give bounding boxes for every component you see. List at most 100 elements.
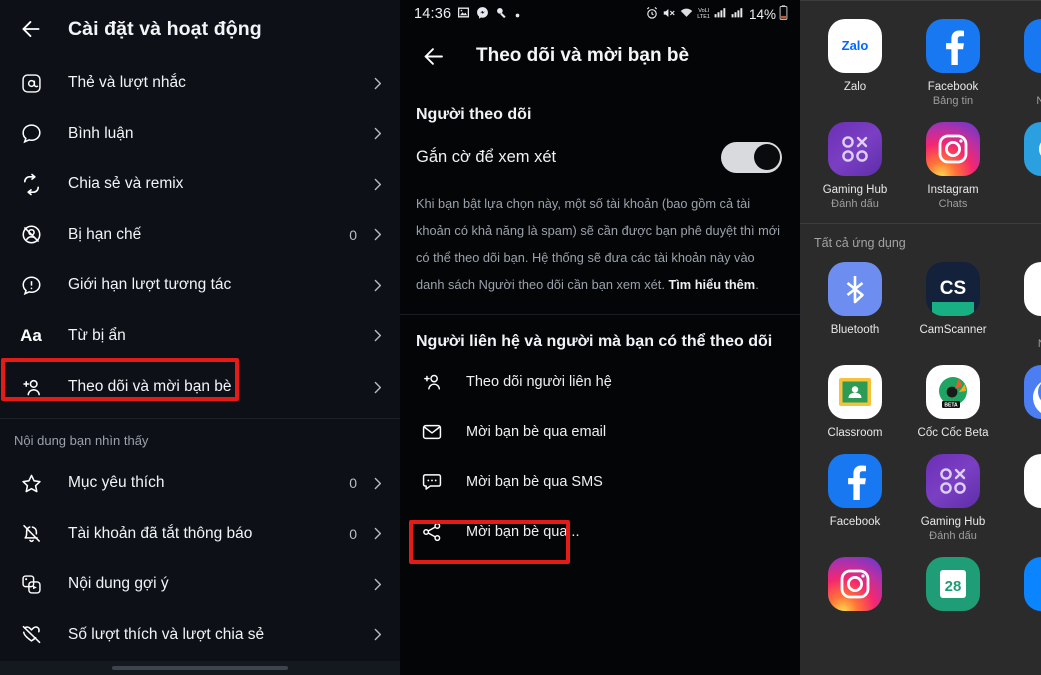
add-person-icon bbox=[416, 371, 448, 393]
sidebar-section-title: Nội dung bạn nhìn thấy bbox=[14, 433, 149, 448]
app-item-telegram[interactable]: Tin bbox=[1002, 114, 1041, 217]
zalo-icon: Zalo bbox=[828, 19, 882, 73]
app-label: G bbox=[1005, 515, 1041, 529]
exclamation-bubble-icon bbox=[14, 274, 48, 297]
heart-slash-icon bbox=[14, 623, 48, 646]
chevron-right-icon bbox=[369, 379, 386, 396]
facebook-icon bbox=[828, 454, 882, 508]
app-label: CamScanner bbox=[919, 324, 987, 336]
app-item-instagram[interactable] bbox=[806, 549, 904, 624]
app-item-bluetooth[interactable]: Bluetooth bbox=[806, 254, 904, 357]
chevron-right-icon bbox=[369, 525, 386, 542]
sidebar-item-like-share-counts[interactable]: Số lượt thích và lượt chia sẻ bbox=[0, 610, 400, 661]
app-item-classroom[interactable]: Classroom bbox=[806, 357, 904, 446]
all-apps-section-title: Tất cả ứng dụng bbox=[814, 236, 906, 250]
svg-text:28: 28 bbox=[945, 578, 962, 595]
row-follow-contacts[interactable]: Theo dõi người liên hệ bbox=[400, 357, 800, 407]
app-item-camscanner[interactable]: CS CamScanner bbox=[904, 254, 1002, 357]
app-screen: Cài đặt và hoạt động Thẻ và lượt nhắc Bì… bbox=[0, 0, 1041, 675]
instagram-icon bbox=[926, 122, 980, 176]
app-item-gaming-hub-1[interactable]: Gaming Hub Đánh dấu bbox=[806, 114, 904, 217]
coccoc-icon: BETA bbox=[926, 365, 980, 419]
app-sublabel: Bảng tin bbox=[932, 95, 974, 107]
app-label: Gaming Hub bbox=[822, 184, 888, 196]
app-item-samsung-notes[interactable]: S Ca Nhập bbox=[1002, 254, 1041, 357]
section-title-followers: Người theo dõi bbox=[416, 106, 532, 123]
flag-for-review-label: Gắn cờ để xem xét bbox=[416, 147, 557, 166]
app-item-facebook-groups[interactable]: Fac Nhóm bbox=[1002, 11, 1041, 114]
chevron-right-icon bbox=[369, 226, 386, 243]
app-item-messenger-lite[interactable]: i bbox=[1002, 549, 1041, 624]
sidebar-item-muted-accounts[interactable]: Tài khoản đã tắt thông báo 0 bbox=[0, 509, 400, 560]
facebook-icon bbox=[1024, 19, 1041, 73]
app-label: D bbox=[1005, 426, 1041, 440]
bell-muted-icon bbox=[14, 522, 48, 545]
contacts-actions-list: Theo dõi người liên hệ Mời bạn bè qua em… bbox=[400, 357, 800, 557]
status-bar: 14:36 VoLl LTE1 14% bbox=[400, 0, 800, 28]
add-person-icon bbox=[14, 376, 48, 399]
sidebar-item-comments[interactable]: Bình luận bbox=[0, 109, 400, 160]
microsoft-icon bbox=[1024, 454, 1041, 508]
app-label: Fac bbox=[1005, 80, 1041, 94]
chevron-right-icon bbox=[369, 277, 386, 294]
follow-invite-friends-panel: 14:36 VoLl LTE1 14% Theo dõi và mời bạn … bbox=[400, 0, 800, 675]
instagram-icon bbox=[828, 557, 882, 611]
star-icon bbox=[14, 472, 48, 495]
back-arrow-icon[interactable] bbox=[14, 12, 48, 46]
sidebar-item-interaction-limits[interactable]: Giới hạn lượt tương tác bbox=[0, 260, 400, 311]
app-item-google-drive[interactable]: D bbox=[1002, 357, 1041, 446]
app-sublabel: Chats bbox=[938, 198, 968, 210]
bluetooth-icon bbox=[828, 262, 882, 316]
app-item-coccoc-beta[interactable]: BETA Cốc Cốc Beta bbox=[904, 357, 1002, 446]
sidebar-item-label: Số lượt thích và lượt chia sẻ bbox=[68, 625, 265, 643]
mute-icon bbox=[662, 6, 676, 23]
sidebar-item-restricted[interactable]: Bị hạn chế 0 bbox=[0, 210, 400, 261]
app-item-calendar[interactable]: 28 bbox=[904, 549, 1002, 624]
flag-for-review-row[interactable]: Gắn cờ để xem xét bbox=[400, 130, 800, 184]
sidebar-item-suggested-content[interactable]: Nội dung gợi ý bbox=[0, 559, 400, 610]
app-label: Facebook bbox=[829, 516, 881, 528]
status-bar-left: 14:36 bbox=[414, 6, 521, 22]
sidebar-item-label: Bình luận bbox=[68, 124, 134, 142]
repeat-share-icon bbox=[14, 173, 48, 196]
share-sheet-panel: Zalo Zalo Facebook Bảng tin Fac Nhóm bbox=[800, 0, 1041, 675]
all-apps-grid: Bluetooth CS CamScanner S Ca Nhập Clas bbox=[800, 254, 1041, 624]
sidebar-item-share-remix[interactable]: Chia sẻ và remix bbox=[0, 159, 400, 210]
sidebar-item-count: 0 bbox=[349, 475, 357, 492]
sidebar-item-hidden-words[interactable]: Aa Từ bị ẩn bbox=[0, 311, 400, 362]
sms-bubble-icon bbox=[416, 471, 448, 493]
app-label: Zalo bbox=[843, 81, 867, 93]
back-arrow-icon[interactable] bbox=[416, 39, 450, 73]
sidebar-item-label: Tài khoản đã tắt thông báo bbox=[68, 524, 253, 542]
row-invite-sms[interactable]: Mời bạn bè qua SMS bbox=[400, 457, 800, 507]
row-invite-email[interactable]: Mời bạn bè qua email bbox=[400, 407, 800, 457]
learn-more-link[interactable]: Tìm hiểu thêm bbox=[668, 277, 755, 292]
sidebar-item-label: Mục yêu thích bbox=[68, 474, 165, 492]
app-item-facebook-feed[interactable]: Facebook Bảng tin bbox=[904, 11, 1002, 114]
svg-text:BETA: BETA bbox=[944, 403, 958, 409]
signal-bars-2-icon bbox=[730, 6, 744, 22]
system-navigation-bar bbox=[0, 661, 400, 675]
app-label: Classroom bbox=[827, 427, 883, 439]
sidebar-item-label: Bị hạn chế bbox=[68, 225, 142, 243]
app-item-instagram-chats[interactable]: Instagram Chats bbox=[904, 114, 1002, 217]
app-item-microsoft[interactable]: G bbox=[1002, 446, 1041, 549]
app-item-facebook[interactable]: Facebook bbox=[806, 446, 904, 549]
sidebar-item-label: Giới hạn lượt tương tác bbox=[68, 276, 232, 294]
row-invite-share[interactable]: Mời bạn bè qua... bbox=[400, 507, 800, 557]
sidebar-item-favorites[interactable]: Mục yêu thích 0 bbox=[0, 458, 400, 509]
classroom-icon bbox=[828, 365, 882, 419]
app-label: Ca bbox=[1005, 323, 1041, 337]
app-label: Cốc Cốc Beta bbox=[917, 427, 989, 439]
row-label: Theo dõi người liên hệ bbox=[466, 374, 612, 390]
flag-for-review-toggle[interactable] bbox=[721, 141, 782, 173]
app-item-gaming-hub-2[interactable]: Gaming Hub Đánh dấu bbox=[904, 446, 1002, 549]
sidebar-item-tags-mentions[interactable]: Thẻ và lượt nhắc bbox=[0, 58, 400, 109]
section-title-contacts: Người liên hệ và người mà bạn có thể the… bbox=[416, 333, 773, 350]
app-item-zalo[interactable]: Zalo Zalo bbox=[806, 11, 904, 114]
sidebar-item-follow-invite-friends[interactable]: Theo dõi và mời bạn bè bbox=[0, 361, 400, 413]
messenger-icon bbox=[476, 6, 489, 22]
telegram-icon bbox=[1024, 122, 1041, 176]
battery-icon bbox=[779, 5, 788, 23]
sidebar-item-label: Từ bị ẩn bbox=[68, 326, 126, 344]
